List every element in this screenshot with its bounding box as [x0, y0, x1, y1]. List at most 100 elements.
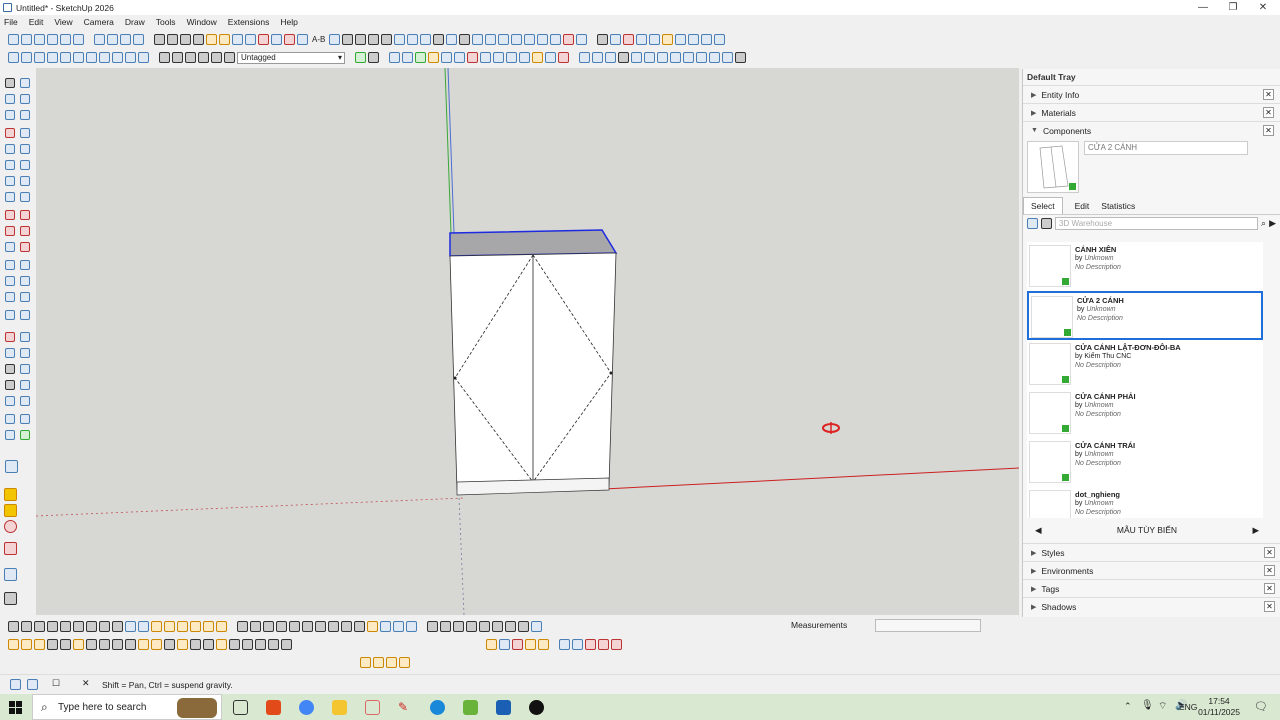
hidden-line-icon[interactable]	[112, 52, 123, 63]
measurements-input[interactable]	[875, 619, 981, 632]
box-icon[interactable]	[493, 52, 504, 63]
tool-dd-icon[interactable]	[399, 657, 410, 668]
flag-icon[interactable]	[701, 34, 713, 45]
group-tool-icon[interactable]	[4, 504, 17, 517]
tags-list-icon[interactable]	[172, 52, 183, 63]
view-options-icon[interactable]	[1027, 218, 1038, 229]
pointer-icon[interactable]	[368, 52, 379, 63]
move-icon[interactable]	[245, 34, 256, 45]
sketchup-taskbar-icon[interactable]	[496, 700, 511, 715]
lang-label[interactable]: ENG	[1179, 702, 1197, 712]
tool-ag-icon[interactable]	[440, 621, 451, 632]
close-icon[interactable]: ✕	[1264, 583, 1275, 594]
tool-an-icon[interactable]	[531, 621, 542, 632]
tool-ab-icon[interactable]	[367, 621, 378, 632]
circle-icon[interactable]	[193, 34, 204, 45]
viewport[interactable]	[35, 67, 1020, 616]
pan-icon[interactable]	[107, 34, 118, 45]
rotate-tool-icon[interactable]	[5, 226, 15, 236]
panel-materials[interactable]: ▶ Materials ✕	[1023, 103, 1280, 121]
dimension-icon[interactable]	[579, 52, 590, 63]
chevron-up-icon[interactable]: ⌃	[1124, 701, 1132, 712]
paint-bucket-icon[interactable]	[342, 34, 354, 45]
close-icon[interactable]: ✕	[1263, 125, 1274, 136]
tool-bu-icon[interactable]	[268, 639, 279, 650]
tool-bb-icon[interactable]	[21, 639, 32, 650]
trimble-icon[interactable]	[20, 430, 30, 440]
color-by-tag-icon[interactable]	[355, 52, 366, 63]
tool-g-icon[interactable]	[86, 621, 97, 632]
menu-window[interactable]: Window	[187, 17, 217, 27]
link-icon[interactable]	[545, 52, 556, 63]
section-fill-icon[interactable]	[657, 52, 668, 63]
section-plane-icon[interactable]	[394, 34, 406, 45]
sphere-icon[interactable]	[636, 34, 648, 45]
arc-tool-icon[interactable]	[5, 176, 15, 186]
two-point-arc-icon[interactable]	[20, 176, 30, 186]
rect-tool-icon[interactable]	[5, 144, 15, 154]
tool-ah-icon[interactable]	[453, 621, 464, 632]
panel-styles[interactable]: ▶ Styles ✕	[1023, 543, 1280, 561]
tool-cc-icon[interactable]	[572, 639, 583, 650]
arc-icon[interactable]	[167, 34, 178, 45]
section-tool-icon[interactable]	[20, 364, 30, 374]
solid-subtract-icon[interactable]	[402, 52, 413, 63]
dynamic-icon[interactable]	[696, 52, 707, 63]
menu-edit[interactable]: Edit	[29, 17, 44, 27]
tool-ac-icon[interactable]	[380, 621, 391, 632]
tool-ae-icon[interactable]	[406, 621, 417, 632]
lasso-icon[interactable]	[20, 78, 30, 88]
label-icon[interactable]	[605, 52, 616, 63]
select-icon[interactable]	[5, 78, 15, 88]
zoom-icon[interactable]	[120, 34, 131, 45]
protractor-icon[interactable]	[592, 52, 603, 63]
tool-cf-icon[interactable]	[611, 639, 622, 650]
eye-icon[interactable]	[224, 52, 235, 63]
list-item[interactable]: CỬA CÁNH PHẢI by Unknown No Description	[1027, 389, 1263, 438]
component-tool-icon[interactable]	[4, 488, 17, 501]
tags-stack-icon[interactable]	[159, 52, 170, 63]
tool-u-icon[interactable]	[276, 621, 287, 632]
rotate-icon[interactable]	[271, 34, 282, 45]
tool-n-icon[interactable]	[177, 621, 188, 632]
orbit-tool-icon[interactable]	[5, 310, 15, 320]
zoom-window-icon[interactable]	[20, 348, 30, 358]
light-icon[interactable]	[532, 52, 543, 63]
tool-ca-icon[interactable]	[538, 639, 549, 650]
tag-tool-icon[interactable]	[5, 110, 15, 120]
list-item[interactable]: dot_nghieng by Unknown No Description	[1027, 487, 1263, 518]
mic-icon[interactable]: 🎙	[1141, 700, 1154, 711]
menu-file[interactable]: File	[4, 17, 18, 27]
tool-o-icon[interactable]	[190, 621, 201, 632]
gear-icon[interactable]	[433, 34, 445, 45]
tool-db-icon[interactable]	[373, 657, 384, 668]
tool-r-icon[interactable]	[237, 621, 248, 632]
record-icon[interactable]	[4, 520, 17, 533]
tool-da-icon[interactable]	[360, 657, 371, 668]
tool-br-icon[interactable]	[229, 639, 240, 650]
section-plane-tool-icon[interactable]	[5, 396, 15, 406]
tool-l-icon[interactable]	[151, 621, 162, 632]
view-left-icon[interactable]	[73, 52, 84, 63]
menu-view[interactable]: View	[54, 17, 72, 27]
rotated-rect-icon[interactable]	[20, 144, 30, 154]
tape-measure-icon[interactable]	[297, 34, 308, 45]
red-app-icon[interactable]	[529, 700, 544, 715]
tool-d-icon[interactable]	[47, 621, 58, 632]
search-icon[interactable]: ⌕	[1261, 218, 1266, 229]
cloud-icon[interactable]	[5, 430, 15, 440]
menu-tools[interactable]: Tools	[156, 17, 176, 27]
scissors-icon[interactable]	[258, 34, 269, 45]
zoom-extents-icon[interactable]	[133, 34, 144, 45]
minimize-icon[interactable]: —	[1188, 0, 1218, 15]
tab-select[interactable]: Select	[1023, 197, 1063, 214]
eye-tool-icon[interactable]	[20, 380, 30, 390]
geolocation-icon[interactable]	[10, 679, 21, 690]
tool-f-icon[interactable]	[73, 621, 84, 632]
check-circle-icon[interactable]	[185, 52, 196, 63]
panel-environments[interactable]: ▶ Environments ✕	[1023, 561, 1280, 579]
polygon-icon[interactable]	[20, 160, 30, 170]
offset-tool-icon[interactable]	[20, 242, 30, 252]
open-file-icon[interactable]	[21, 34, 32, 45]
walk-tool-icon[interactable]	[5, 332, 15, 342]
